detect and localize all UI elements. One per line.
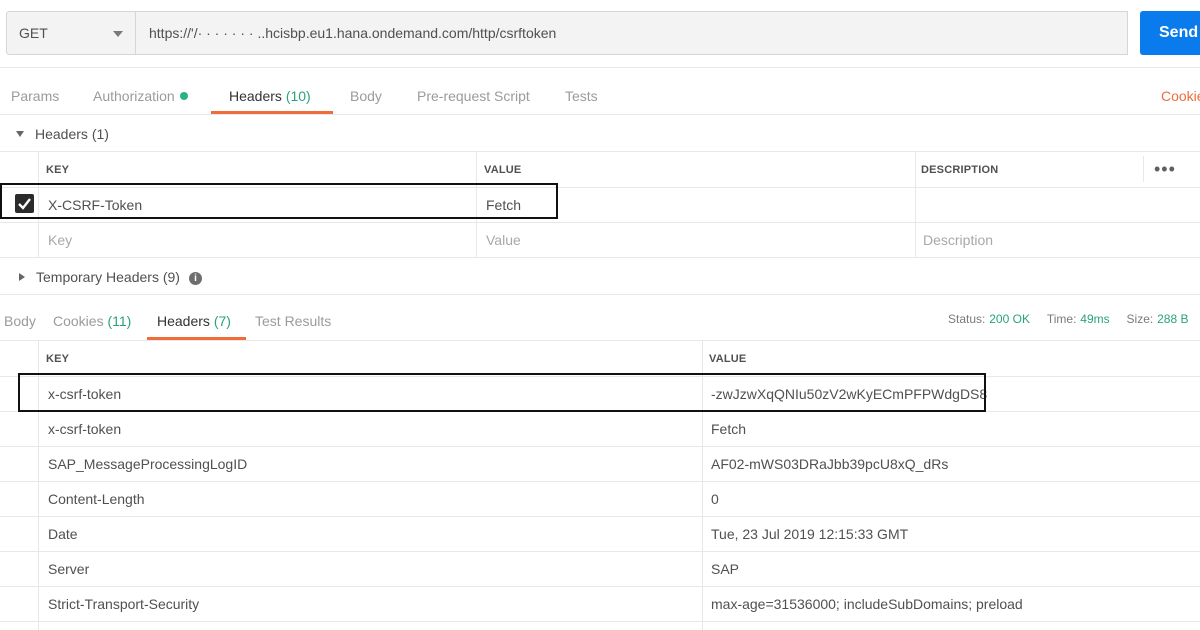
method-value: GET <box>19 25 48 41</box>
temporary-headers-count: (9) <box>162 269 180 285</box>
tab-body[interactable]: Body <box>350 78 382 114</box>
response-header-key: x-csrf-token <box>48 421 122 437</box>
response-header-value: AF02-mWS03DRaJbb39pcU8xQ_dRs <box>711 456 949 472</box>
time-label: Time: <box>1046 312 1077 326</box>
column-divider <box>1143 156 1144 182</box>
headers-section-title: Headers <box>35 126 88 142</box>
highlight-box <box>0 183 558 219</box>
tab-params[interactable]: Params <box>11 78 59 114</box>
temporary-headers-title: Temporary Headers <box>36 269 159 285</box>
response-status-bar: Status: 200 OK Time: 49ms Size: 288 B <box>948 310 1188 326</box>
new-description-input[interactable]: Description <box>923 223 1193 257</box>
send-button[interactable]: Send <box>1140 11 1200 55</box>
tab-test-results[interactable]: Test Results <box>255 303 331 339</box>
tab-response-headers[interactable]: Headers (7) <box>157 303 231 339</box>
divider <box>0 294 1200 295</box>
chevron-down-icon <box>113 31 123 37</box>
response-header-key: Date <box>48 526 78 542</box>
triangle-down-icon <box>16 131 24 137</box>
status-dot-icon <box>179 92 188 100</box>
highlight-box <box>18 373 986 412</box>
column-header-key: KEY <box>46 163 70 176</box>
response-header-value: Tue, 23 Jul 2019 12:15:33 GMT <box>711 526 909 542</box>
cookies-link[interactable]: Cookie <box>1161 78 1200 114</box>
response-header-value: max-age=31536000; includeSubDomains; pre… <box>711 596 1023 612</box>
temporary-headers-toggle[interactable]: Temporary Headers (9) i <box>19 269 202 285</box>
column-header-value: VALUE <box>484 163 522 176</box>
response-column-header-key: KEY <box>46 352 70 365</box>
size-value[interactable]: 288 B <box>1157 312 1188 326</box>
divider <box>0 67 1200 68</box>
more-horizontal-icon[interactable]: ••• <box>1154 152 1178 187</box>
response-header-key: Strict-Transport-Security <box>48 596 200 612</box>
divider <box>0 257 1200 258</box>
status-value[interactable]: 200 OK <box>989 312 1030 326</box>
request-tabs: Params Authorization Headers (10) Body P… <box>0 78 1200 114</box>
response-column-header-value: VALUE <box>709 352 747 365</box>
tab-tests[interactable]: Tests <box>565 78 598 114</box>
tab-response-body[interactable]: Body <box>4 303 36 339</box>
header-description-cell[interactable] <box>923 188 1193 222</box>
response-header-value: SAP <box>711 561 740 577</box>
size-label: Size: <box>1126 312 1154 326</box>
tab-prerequest-script[interactable]: Pre-request Script <box>417 78 530 114</box>
column-header-description: DESCRIPTION <box>921 163 999 176</box>
time-value[interactable]: 49ms <box>1080 312 1109 326</box>
response-header-value: 0 <box>711 491 719 507</box>
headers-section-toggle[interactable]: Headers (1) <box>16 126 109 142</box>
response-header-key: SAP_MessageProcessingLogID <box>48 456 248 472</box>
new-key-input[interactable]: Key <box>48 223 468 257</box>
tab-headers[interactable]: Headers (10) <box>229 78 311 114</box>
tab-authorization[interactable]: Authorization <box>93 78 188 114</box>
response-header-key: Server <box>48 561 90 577</box>
url-input[interactable]: https://'/· · · · · · · ..hcisbp.eu1.han… <box>136 11 1128 55</box>
response-header-key: Content-Length <box>48 491 145 507</box>
method-select[interactable]: GET <box>6 11 136 55</box>
response-header-value: Fetch <box>711 421 747 437</box>
column-divider <box>915 151 916 257</box>
url-value: https://'/· · · · · · · ..hcisbp.eu1.han… <box>149 25 557 41</box>
status-label: Status: <box>948 312 986 326</box>
info-icon[interactable]: i <box>188 272 202 285</box>
triangle-right-icon <box>19 273 25 281</box>
divider <box>0 114 1200 115</box>
divider <box>0 621 1200 622</box>
tab-response-cookies[interactable]: Cookies (11) <box>53 303 131 339</box>
new-value-input[interactable]: Value <box>486 223 906 257</box>
headers-section-count: (1) <box>91 126 109 142</box>
